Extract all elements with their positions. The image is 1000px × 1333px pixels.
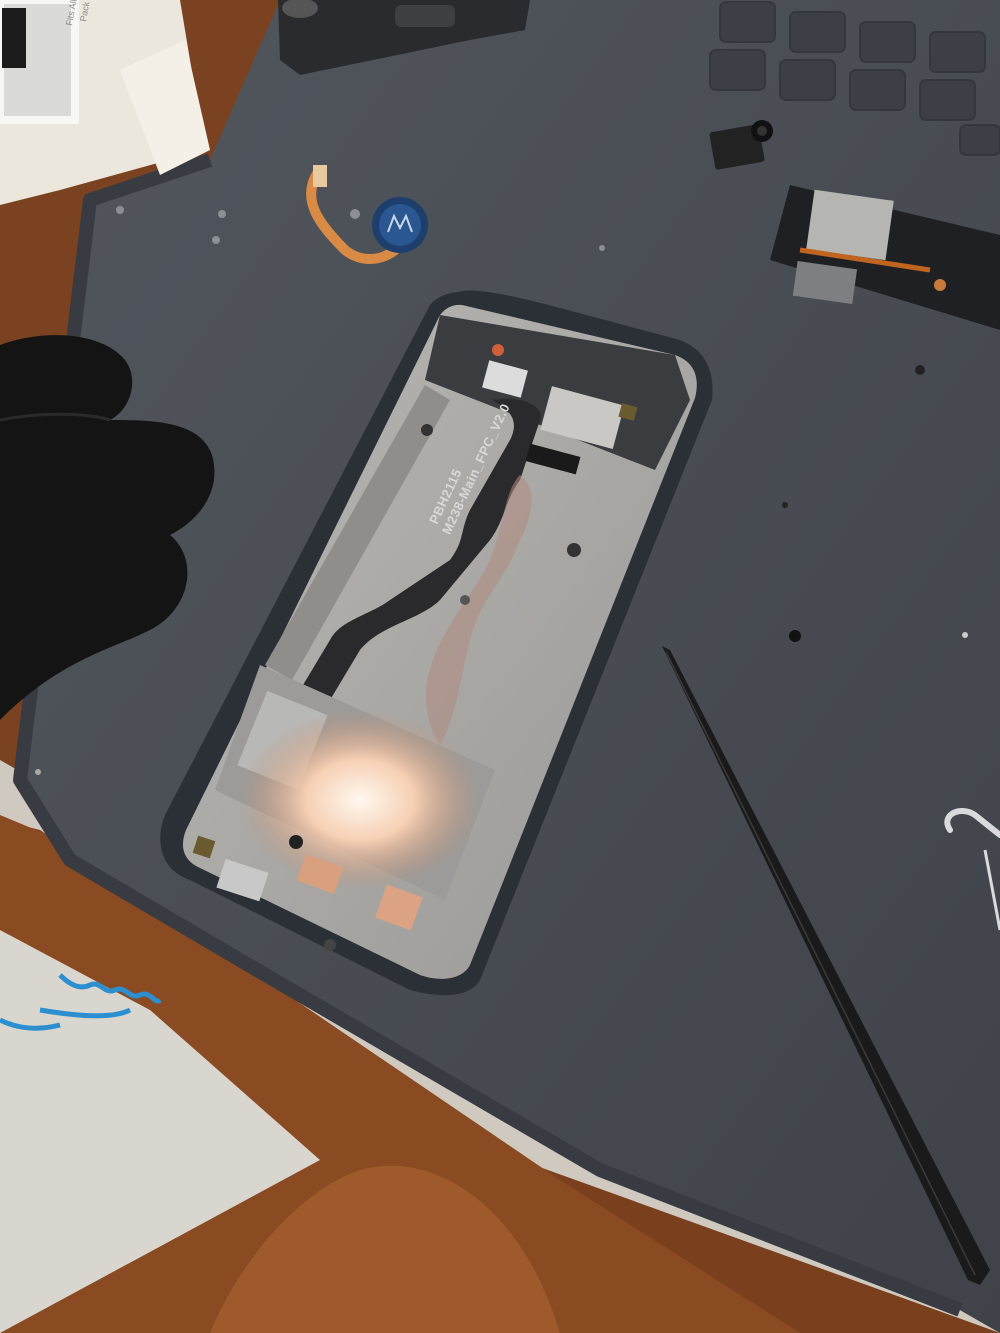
packaging-image — [2, 8, 26, 68]
repair-scene: Pack Qty: 1 Fits All Colors — [0, 0, 1000, 1333]
light-glare — [240, 710, 480, 890]
bracket-cutout — [395, 5, 455, 27]
